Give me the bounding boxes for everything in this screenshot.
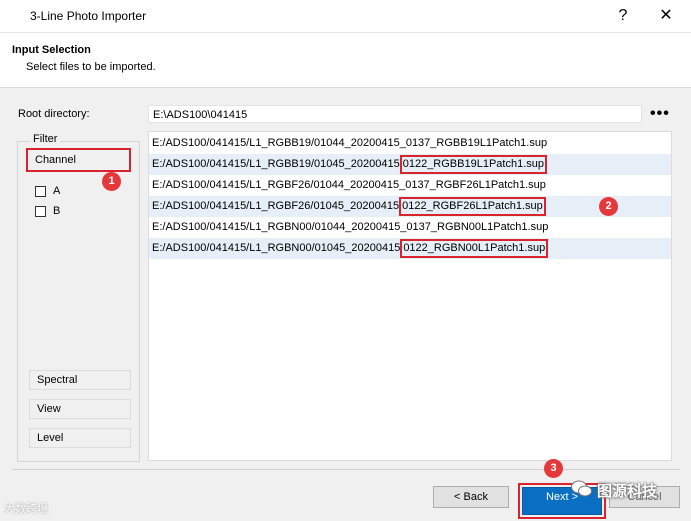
- file-path: E:/ADS100/041415/L1_RGBF26/01044_2020041…: [152, 179, 546, 191]
- file-path: E:/ADS100/041415/L1_RGBN00/01045_2020041…: [152, 242, 401, 254]
- close-button[interactable]: ✕: [653, 5, 679, 27]
- window-title: 3-Line Photo Importer: [30, 9, 147, 23]
- filter-level-button[interactable]: Level: [29, 428, 131, 448]
- title-bar: 3-Line Photo Importer ? ✕: [0, 0, 691, 33]
- file-path: E:/ADS100/041415/L1_RGBN00/01044_2020041…: [152, 221, 549, 233]
- watermark-right: 图源科技: [597, 483, 658, 500]
- back-button[interactable]: < Back: [433, 486, 509, 508]
- wechat-icon: [571, 480, 593, 498]
- page-subtitle: Select files to be imported.: [26, 61, 156, 73]
- file-list[interactable]: E:/ADS100/041415/L1_RGBB19/01044_2020041…: [148, 131, 672, 461]
- browse-button[interactable]: •••: [650, 106, 670, 122]
- file-name-highlight: 0122_RGBB19L1Patch1.sup: [399, 155, 547, 174]
- file-name-highlight: 0122_RGBN00L1Patch1.sup: [400, 239, 549, 258]
- channel-a-label: A: [53, 185, 61, 197]
- filter-channel-button[interactable]: Channel: [26, 148, 131, 172]
- file-row[interactable]: E:/ADS100/041415/L1_RGBF26/01045_2020041…: [149, 196, 671, 217]
- root-directory-label: Root directory:: [18, 108, 90, 120]
- watermark-left: 大数跨境: [4, 503, 48, 515]
- channel-a-checkbox[interactable]: [35, 186, 46, 197]
- file-path: E:/ADS100/041415/L1_RGBB19/01044_2020041…: [152, 137, 548, 149]
- file-row[interactable]: E:/ADS100/041415/L1_RGBN00/01045_2020041…: [149, 238, 671, 259]
- footer-separator: [12, 469, 680, 470]
- file-row[interactable]: E:/ADS100/041415/L1_RGBB19/01045_2020041…: [149, 154, 671, 175]
- filter-view-button[interactable]: View: [29, 399, 131, 419]
- file-row[interactable]: E:/ADS100/041415/L1_RGBB19/01044_2020041…: [149, 133, 671, 154]
- file-path: E:/ADS100/041415/L1_RGBB19/01045_2020041…: [152, 158, 400, 170]
- step-badge-1: 1: [102, 172, 121, 191]
- filter-legend: Filter: [30, 133, 61, 145]
- channel-b-label: B: [53, 205, 61, 217]
- root-directory-field[interactable]: E:\ADS100\041415: [148, 105, 642, 123]
- file-row[interactable]: E:/ADS100/041415/L1_RGBF26/01044_2020041…: [149, 175, 671, 196]
- wizard-header: Input Selection Select files to be impor…: [0, 33, 691, 88]
- page-title: Input Selection: [12, 44, 91, 56]
- help-button[interactable]: ?: [610, 5, 636, 27]
- file-name-highlight: 0122_RGBF26L1Patch1.sup: [399, 197, 546, 216]
- step-badge-3: 3: [544, 459, 563, 478]
- filter-spectral-button[interactable]: Spectral: [29, 370, 131, 390]
- step-badge-2: 2: [599, 197, 618, 216]
- file-row[interactable]: E:/ADS100/041415/L1_RGBN00/01044_2020041…: [149, 217, 671, 238]
- channel-b-checkbox[interactable]: [35, 206, 46, 217]
- file-path: E:/ADS100/041415/L1_RGBF26/01045_2020041…: [152, 200, 400, 212]
